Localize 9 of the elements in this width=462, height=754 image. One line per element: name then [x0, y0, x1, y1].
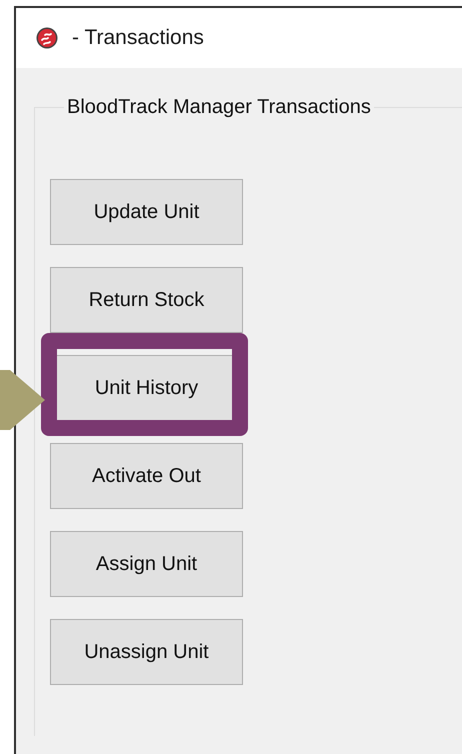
callout-arrow: [0, 370, 45, 430]
group-label: BloodTrack Manager Transactions: [66, 96, 372, 119]
app-logo-icon: [36, 27, 58, 49]
transaction-button[interactable]: Activate Out: [50, 443, 243, 509]
transaction-button[interactable]: Unassign Unit: [50, 619, 243, 685]
transaction-button[interactable]: Update Unit: [50, 179, 243, 245]
window-title: - Transactions: [72, 26, 204, 50]
transaction-button[interactable]: Assign Unit: [50, 531, 243, 597]
transaction-button[interactable]: Return Stock: [50, 267, 243, 333]
